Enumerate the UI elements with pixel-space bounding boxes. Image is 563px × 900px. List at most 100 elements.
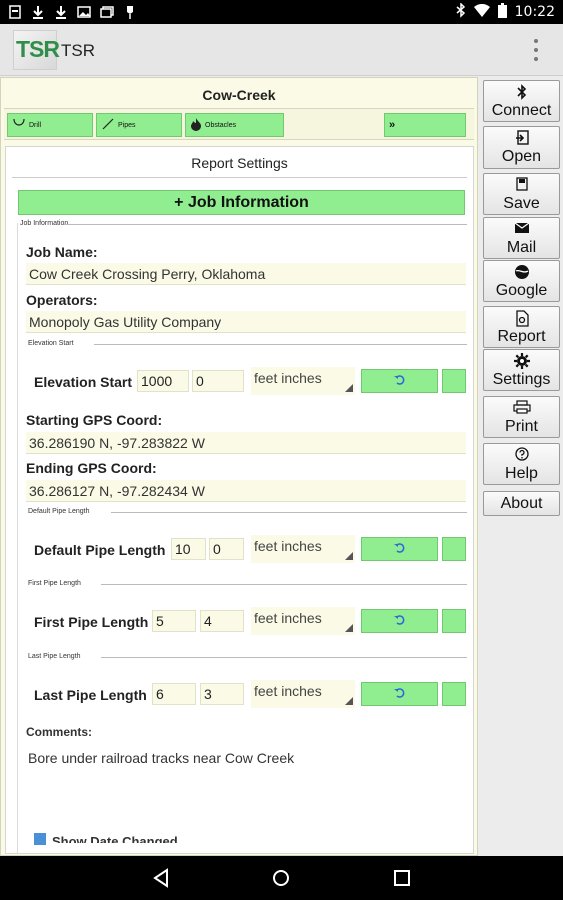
first-pipe-unit-value: feet inches <box>254 610 322 626</box>
notification-icon <box>8 4 22 19</box>
default-pipe-extra-button[interactable] <box>442 537 466 561</box>
undo-icon <box>393 540 406 558</box>
last-pipe-extra-button[interactable] <box>442 682 466 706</box>
obstacles-icon <box>190 117 202 133</box>
print-icon <box>484 400 559 418</box>
settings-button[interactable]: Settings <box>483 349 560 391</box>
last-pipe-caption: Last Pipe Length <box>28 653 81 660</box>
connect-label: Connect <box>491 102 552 119</box>
first-pipe-feet-input[interactable]: 5 <box>152 610 196 632</box>
default-pipe-feet-input[interactable]: 10 <box>171 538 206 560</box>
more-icon: » <box>389 119 396 131</box>
report-label: Report <box>497 328 546 345</box>
report-settings-panel: Report Settings + Job Information Job In… <box>5 146 474 854</box>
about-button[interactable]: About <box>483 491 560 516</box>
back-icon[interactable] <box>152 868 170 893</box>
job-information-toggle[interactable]: + Job Information <box>18 190 465 215</box>
wifi-icon <box>473 3 490 20</box>
first-pipe-undo-button[interactable] <box>361 609 438 633</box>
default-pipe-inches-input[interactable]: 0 <box>209 538 244 560</box>
mail-button[interactable]: Mail <box>483 217 560 259</box>
elevation-caption: Elevation Start <box>28 340 74 347</box>
report-button[interactable]: Report <box>483 306 560 348</box>
globe-icon <box>484 264 559 282</box>
battery-icon <box>497 3 507 21</box>
open-icon <box>484 130 559 148</box>
save-button[interactable]: Save <box>483 173 560 215</box>
connect-button[interactable]: Connect <box>483 80 560 122</box>
help-label: Help <box>505 465 538 482</box>
tab-obstacles-label: Obstacles <box>205 121 237 129</box>
elevation-undo-button[interactable] <box>361 369 438 393</box>
pipes-icon <box>101 117 115 133</box>
app-bar: TSR TSR <box>0 24 563 76</box>
default-pipe-unit-select[interactable]: feet inches <box>251 535 355 563</box>
show-date-changed-label: Show Date Changed <box>52 834 178 843</box>
tab-more[interactable]: » <box>384 113 466 137</box>
home-icon[interactable] <box>272 869 290 892</box>
default-pipe-unit-value: feet inches <box>254 538 322 554</box>
first-pipe-caption: First Pipe Length <box>28 580 81 587</box>
elevation-inches-input[interactable]: 0 <box>192 370 244 392</box>
operators-field[interactable]: Monopoly Gas Utility Company <box>26 311 466 333</box>
download-icon <box>54 4 68 19</box>
comments-field[interactable]: Bore under railroad tracks near Cow Cree… <box>28 750 294 766</box>
photos-icon <box>100 4 114 19</box>
about-label: About <box>500 495 543 512</box>
tab-obstacles[interactable]: Obstacles <box>185 113 284 137</box>
open-button[interactable]: Open <box>483 126 560 169</box>
default-pipe-label: Default Pipe Length <box>34 542 166 558</box>
job-name-label: Job Name: <box>26 244 98 260</box>
elevation-unit-value: feet inches <box>254 370 322 386</box>
last-pipe-unit-value: feet inches <box>254 683 322 699</box>
starting-gps-field[interactable]: 36.286190 N, -97.283822 W <box>26 432 466 454</box>
save-label: Save <box>503 195 540 212</box>
divider <box>64 224 467 225</box>
tab-drill[interactable]: Drill <box>7 113 93 137</box>
first-pipe-inches-input[interactable]: 4 <box>200 610 244 632</box>
elevation-unit-select[interactable]: feet inches <box>251 367 355 395</box>
status-bar: 10:22 <box>0 0 563 24</box>
ending-gps-field[interactable]: 36.286127 N, -97.282434 W <box>26 480 466 502</box>
print-button[interactable]: Print <box>483 396 560 438</box>
ending-gps-label: Ending GPS Coord: <box>26 460 157 476</box>
report-settings-title: Report Settings <box>191 155 288 171</box>
overflow-menu-icon[interactable] <box>533 39 539 61</box>
default-pipe-undo-button[interactable] <box>361 537 438 561</box>
bluetooth-icon <box>484 84 559 102</box>
recents-icon[interactable] <box>394 870 410 891</box>
logo-text: TSR <box>16 36 60 62</box>
show-date-changed-checkbox[interactable] <box>34 833 46 845</box>
tab-pipes[interactable]: Pipes <box>96 113 182 137</box>
job-name-field[interactable]: Cow Creek Crossing Perry, Oklahoma <box>26 263 466 285</box>
elevation-feet-input[interactable]: 1000 <box>137 370 189 392</box>
settings-label: Settings <box>492 371 551 388</box>
drill-icon <box>12 117 26 133</box>
last-pipe-inches-input[interactable]: 3 <box>200 683 244 705</box>
google-button[interactable]: Google <box>483 260 560 302</box>
tab-pipes-label: Pipes <box>118 121 136 129</box>
pin-icon <box>123 4 137 19</box>
undo-icon <box>393 372 406 390</box>
last-pipe-feet-input[interactable]: 6 <box>152 683 196 705</box>
print-label: Print <box>505 418 538 435</box>
app-logo: TSR <box>13 30 60 70</box>
first-pipe-unit-select[interactable]: feet inches <box>251 607 355 635</box>
navigation-bar <box>0 856 563 900</box>
last-pipe-label: Last Pipe Length <box>34 687 147 703</box>
last-pipe-unit-select[interactable]: feet inches <box>251 680 355 708</box>
operators-label: Operators: <box>26 292 98 308</box>
job-information-caption: Job Information <box>20 220 69 227</box>
undo-icon <box>393 685 406 703</box>
help-button[interactable]: Help <box>483 443 560 485</box>
download-icon <box>31 4 45 19</box>
first-pipe-extra-button[interactable] <box>442 609 466 633</box>
elevation-extra-button[interactable] <box>442 369 466 393</box>
comments-label: Comments: <box>26 725 93 739</box>
app-title: TSR <box>61 41 95 60</box>
help-icon <box>484 447 559 465</box>
report-icon <box>484 310 559 328</box>
last-pipe-undo-button[interactable] <box>361 682 438 706</box>
tab-drill-label: Drill <box>29 121 42 129</box>
elevation-label: Elevation Start <box>34 374 133 390</box>
